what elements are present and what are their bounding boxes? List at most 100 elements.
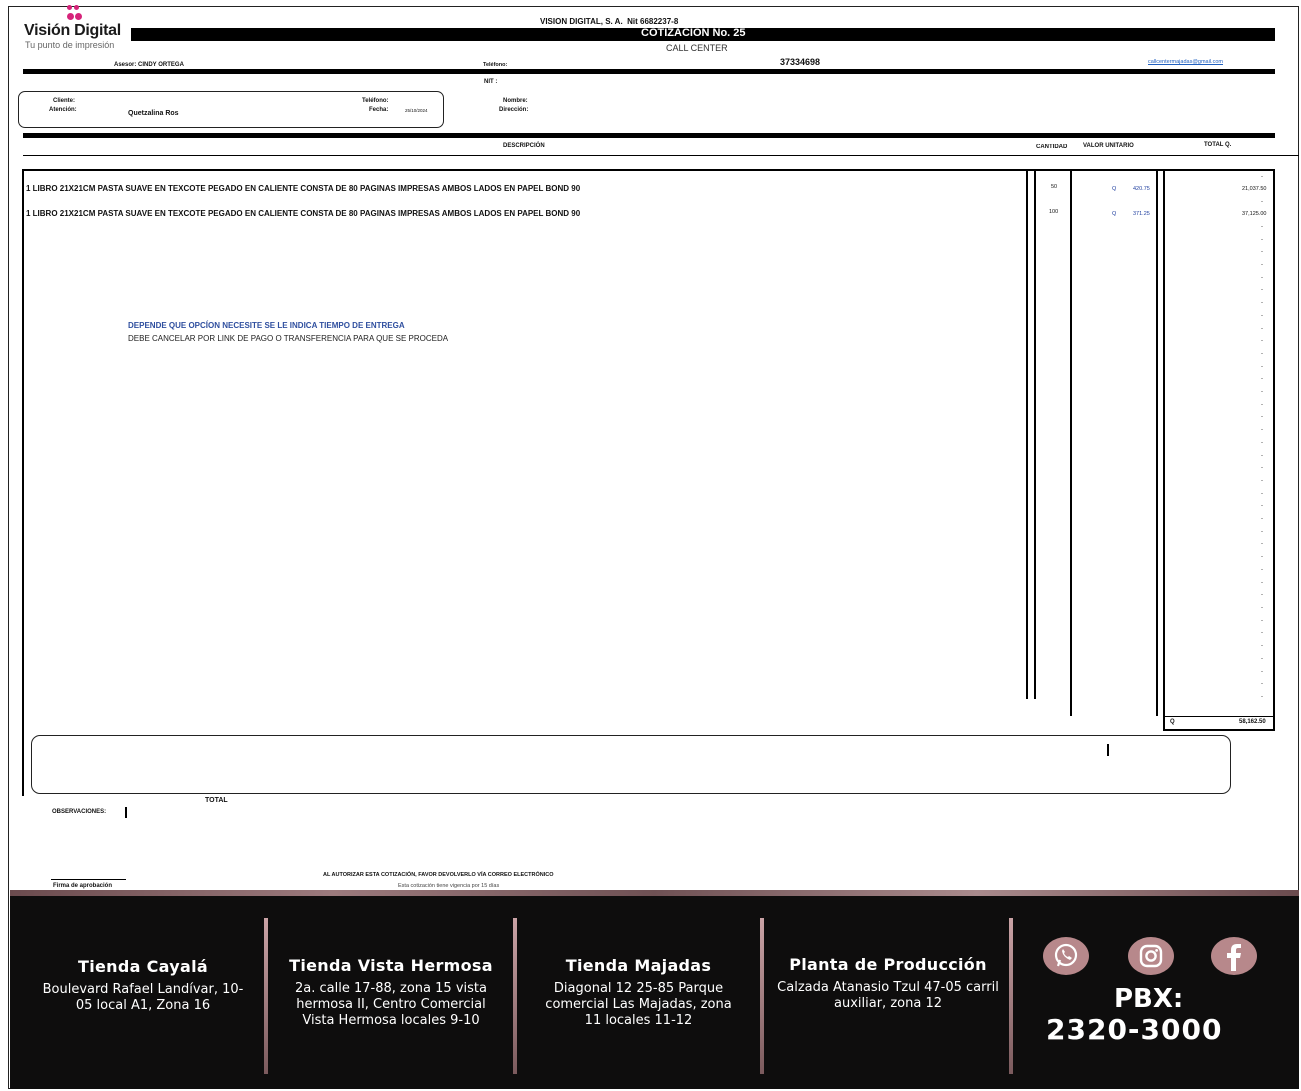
pbx-number[interactable]: 2320-3000: [1046, 1013, 1222, 1046]
empty-total-cell: -: [1261, 174, 1263, 180]
signature-line: [51, 879, 126, 880]
header-phone-value: 37334698: [780, 57, 821, 67]
advisor-label: Asesor: CINDY ORTEGA: [114, 62, 184, 68]
empty-total-cell: -: [1261, 694, 1263, 700]
empty-total-cell: -: [1261, 630, 1263, 636]
empty-total-cell: -: [1261, 491, 1263, 497]
firma-label: Firma de aprobación: [53, 883, 113, 889]
footer-separator-3: [760, 918, 764, 1074]
header-divider: [23, 69, 1275, 74]
fecha-label: Fecha:: [369, 107, 389, 113]
fecha-value: 25/10/2024: [405, 108, 428, 113]
empty-total-cell: -: [1261, 402, 1263, 408]
store-cayala: Tienda Cayalá Boulevard Rafael Landívar,…: [38, 957, 248, 1014]
empty-total-cell: -: [1261, 262, 1263, 268]
empty-total-cell: -: [1261, 516, 1263, 522]
atencion-label: Atención:: [49, 107, 77, 113]
pbx-label: PBX:: [1114, 984, 1184, 1014]
col-header-valor-unitario: VALOR UNITARIO: [1083, 143, 1134, 149]
empty-total-cell: -: [1261, 656, 1263, 662]
empty-total-cell: -: [1261, 541, 1263, 547]
text-cursor: [1107, 744, 1109, 756]
whatsapp-icon[interactable]: [1043, 937, 1089, 975]
observations-box[interactable]: [31, 735, 1231, 794]
header-row-line: [23, 155, 1299, 156]
empty-total-cell: -: [1261, 287, 1263, 293]
empty-total-cell: -: [1261, 338, 1263, 344]
row-2-unit: 371.25: [1133, 211, 1150, 217]
vigencia-text: Esta cotización tiene vigencia por 15 dí…: [398, 883, 500, 889]
empty-total-cell: -: [1261, 275, 1263, 281]
row-2-total: 37,125.00: [1242, 211, 1267, 217]
unit-left-line: [1070, 169, 1072, 716]
brand-tagline: Tu punto de impresión: [25, 40, 115, 50]
empty-total-cell: -: [1261, 351, 1263, 357]
qty-left-line-2: [1034, 169, 1036, 699]
footer-separator-4: [1009, 918, 1013, 1074]
grand-total-value: 58,162.50: [1239, 719, 1266, 725]
body-left-line: [22, 169, 24, 796]
row-1-qty: 50: [1051, 184, 1058, 190]
instagram-icon[interactable]: [1128, 937, 1174, 975]
dots-logo-icon: [65, 4, 83, 22]
nit-label: NIT :: [484, 79, 498, 85]
store-planta-address: Calzada Atanasio Tzul 47-05 carril auxil…: [777, 980, 999, 1011]
empty-total-cell: -: [1261, 503, 1263, 509]
empty-total-cell: -: [1261, 376, 1263, 382]
empty-total-cell: -: [1261, 580, 1263, 586]
empty-total-cell: -: [1261, 605, 1263, 611]
empty-total-cell: -: [1261, 237, 1263, 243]
store-planta: Planta de Producción Calzada Atanasio Tz…: [770, 955, 1006, 1012]
empty-total-cell: -: [1261, 681, 1263, 687]
empty-total-cell: -: [1261, 300, 1263, 306]
note-delivery: DEPENDE QUE OPCÍON NECESITE SE LE INDICA…: [128, 321, 405, 330]
total-sep-line: [1163, 716, 1275, 717]
total-left-line-1: [1156, 169, 1158, 716]
row-1-description: 1 LIBRO 21X21CM PASTA SUAVE EN TEXCOTE P…: [26, 184, 581, 193]
empty-total-cell: -: [1261, 643, 1263, 649]
empty-total-cell: -: [1261, 669, 1263, 675]
empty-total-cell: -: [1261, 224, 1263, 230]
header-phone-label: Teléfono:: [483, 62, 508, 68]
empty-total-cell: -: [1261, 364, 1263, 370]
row-1-currency: Q: [1112, 186, 1117, 192]
store-cayala-address: Boulevard Rafael Landívar, 10-05 local A…: [42, 982, 244, 1013]
footer-separator-2: [513, 918, 517, 1074]
nombre-label: Nombre:: [503, 98, 528, 104]
empty-total-cell: -: [1261, 567, 1263, 573]
row-1-total: 21,037.50: [1242, 186, 1267, 192]
empty-total-cell: -: [1261, 618, 1263, 624]
row-2-description: 1 LIBRO 21X21CM PASTA SUAVE EN TEXCOTE P…: [26, 209, 581, 218]
total-left-line-2: [1163, 169, 1165, 731]
store-vista-hermosa-address: 2a. calle 17-88, zona 15 vista hermosa I…: [295, 981, 487, 1028]
store-majadas-address: Diagonal 12 25-85 Parque comercial Las M…: [545, 981, 732, 1028]
empty-total-cell: -: [1261, 414, 1263, 420]
empty-total-cell: -: [1261, 199, 1263, 205]
row-1-unit: 420.75: [1133, 186, 1150, 192]
store-vista-hermosa: Tienda Vista Hermosa 2a. calle 17-88, zo…: [276, 956, 506, 1029]
col-header-total: TOTAL Q.: [1204, 142, 1232, 148]
empty-total-cell: -: [1261, 453, 1263, 459]
empty-total-cell: -: [1261, 529, 1263, 535]
empty-total-cell: -: [1261, 326, 1263, 332]
empty-total-cell: -: [1261, 249, 1263, 255]
footer-separator-1: [264, 918, 268, 1074]
empty-total-cell: -: [1261, 427, 1263, 433]
brand-name: Visión Digital: [24, 22, 121, 39]
facebook-icon[interactable]: [1211, 937, 1257, 975]
observaciones-cursor: [125, 807, 127, 818]
note-payment: DEBE CANCELAR POR LINK DE PAGO O TRANSFE…: [128, 334, 449, 343]
client-telefono-label: Teléfono:: [362, 98, 389, 104]
total-right-line: [1273, 169, 1275, 731]
email-link[interactable]: callcentermajadas@gmail.com: [1148, 59, 1223, 65]
brand-logo: Visión Digital Tu punto de impresión: [24, 4, 134, 54]
store-vista-hermosa-title: Tienda Vista Hermosa: [289, 956, 493, 975]
col-header-cantidad: CANTIDAD: [1036, 144, 1068, 150]
empty-total-cell: -: [1261, 465, 1263, 471]
empty-total-cell: -: [1261, 592, 1263, 598]
grand-total-currency: Q: [1170, 719, 1175, 725]
empty-total-cell: -: [1261, 440, 1263, 446]
direccion-label: Dirección:: [499, 107, 529, 113]
quote-title: COTIZACION No. 25: [641, 27, 746, 39]
store-majadas: Tienda Majadas Diagonal 12 25-85 Parque …: [536, 956, 741, 1029]
